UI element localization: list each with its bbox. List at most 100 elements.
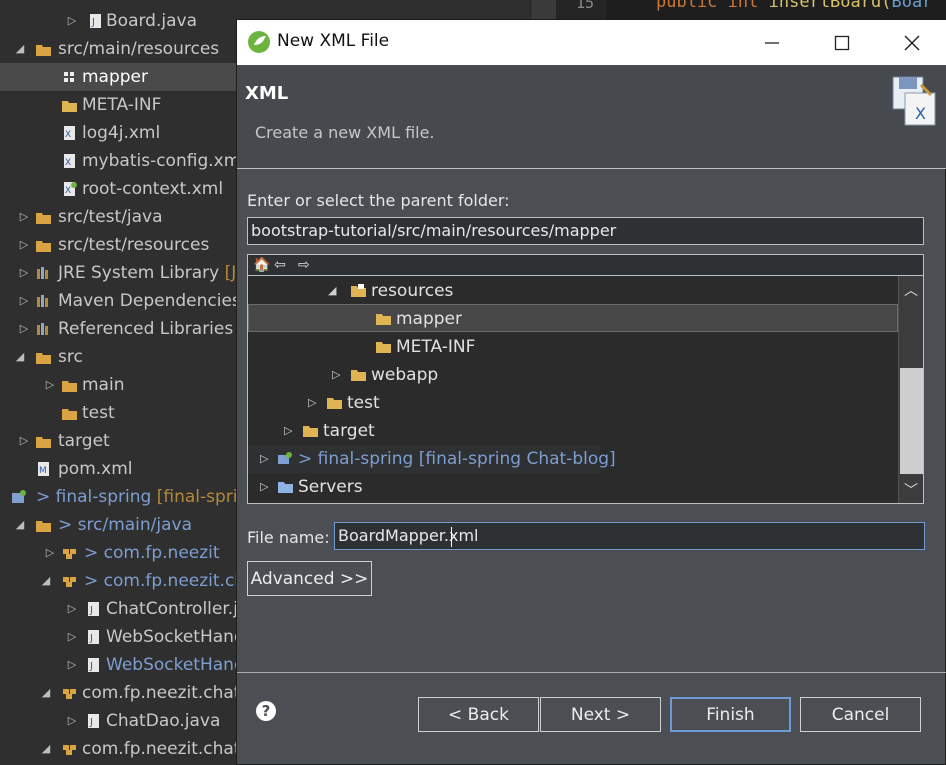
folder-tree-scrollbar[interactable]: ︿ ﹀	[898, 276, 923, 503]
maximize-button[interactable]	[807, 20, 877, 65]
project-icon	[278, 452, 292, 464]
tree-item-label: src/main/resources	[58, 39, 220, 59]
folder-item-label: Servers	[298, 477, 363, 497]
collapse-arrow-icon[interactable]: ◢	[40, 567, 52, 595]
folder-icon	[62, 409, 77, 420]
expand-arrow-icon[interactable]: ▷	[260, 473, 268, 501]
svg-text:X: X	[65, 130, 71, 140]
tree-item-label: WebSocketHand	[106, 627, 245, 647]
collapse-arrow-icon[interactable]: ◢	[14, 511, 26, 539]
minimize-button[interactable]	[737, 20, 807, 65]
library-icon	[37, 267, 48, 279]
home-icon[interactable]: 🏠	[253, 255, 270, 275]
tree-item-label: main	[82, 375, 125, 395]
scroll-down-icon[interactable]: ﹀	[899, 480, 923, 500]
expand-arrow-icon[interactable]: ▷	[66, 7, 78, 35]
collapse-arrow-icon[interactable]: ◢	[328, 277, 336, 305]
folder-icon	[351, 370, 366, 381]
library-icon	[37, 323, 48, 335]
java-file-icon: J	[88, 658, 99, 672]
svg-text:X: X	[65, 186, 71, 196]
collapse-arrow-icon[interactable]: ◢	[14, 35, 26, 63]
scroll-up-icon[interactable]: ︿	[899, 280, 923, 300]
source-folder-icon	[36, 241, 51, 252]
dialog-titlebar[interactable]: New XML File	[237, 20, 946, 65]
folder-item-mapper[interactable]: mapper	[248, 304, 898, 332]
wizard-title: XML	[245, 83, 289, 104]
expand-arrow-icon[interactable]: ▷	[308, 389, 316, 417]
expand-arrow-icon[interactable]: ▷	[260, 445, 268, 473]
collapse-arrow-icon[interactable]: ◢	[40, 679, 52, 707]
folder-item-meta-inf[interactable]: META-INF	[248, 333, 898, 361]
package-icon	[63, 745, 76, 755]
folder-item-label: test	[347, 393, 380, 413]
package-icon	[63, 549, 76, 559]
scrollbar-thumb[interactable]	[900, 368, 923, 474]
expand-arrow-icon[interactable]: ▷	[18, 259, 30, 287]
expand-arrow-icon[interactable]: ▷	[18, 203, 30, 231]
xml-file-icon: X	[64, 154, 75, 168]
minimize-icon	[765, 41, 779, 44]
folder-item-final-spring[interactable]: ▷ > final-spring [final-spring Chat-blog…	[248, 445, 616, 473]
expand-arrow-icon[interactable]: ▷	[332, 361, 340, 389]
folder-tree[interactable]: ◢ resources mapper META-INF ▷ webapp ▷ t…	[247, 275, 924, 504]
tree-item-label: > com.fp.neezit.cha	[84, 571, 256, 591]
spring-xml-icon: X	[64, 182, 77, 196]
parent-folder-input[interactable]: bootstrap-tutorial/src/main/resources/ma…	[247, 217, 924, 245]
back-arrow-icon[interactable]: ⇦	[274, 255, 286, 275]
source-folder-icon	[36, 521, 51, 532]
expand-arrow-icon[interactable]: ▷	[66, 595, 78, 623]
project-icon	[12, 490, 26, 503]
expand-arrow-icon[interactable]: ▷	[18, 287, 30, 315]
folder-tree-toolbar: 🏠 ⇦ ⇨	[247, 254, 924, 276]
expand-arrow-icon[interactable]: ▷	[18, 427, 30, 455]
expand-arrow-icon[interactable]: ▷	[284, 417, 292, 445]
file-name-value: BoardMapper.xml	[338, 526, 479, 545]
folder-item-label: target	[323, 421, 375, 441]
close-icon	[904, 35, 920, 50]
folder-icon	[62, 381, 77, 392]
tree-item-label: Maven Dependencies	[58, 291, 241, 311]
new-xml-file-dialog: New XML File XML Create a new XML file. …	[236, 19, 946, 765]
close-button[interactable]	[877, 20, 946, 65]
folder-item-servers[interactable]: ▷ Servers	[248, 473, 898, 501]
next-button[interactable]: Next >	[540, 697, 661, 732]
tree-item-label: mybatis-config.xml	[82, 151, 245, 171]
forward-arrow-icon[interactable]: ⇨	[298, 255, 310, 275]
parent-folder-label: Enter or select the parent folder:	[247, 191, 510, 210]
folder-item-label: webapp	[371, 365, 439, 385]
tree-item-label: > final-spring	[36, 487, 152, 507]
help-icon[interactable]: ?	[256, 701, 276, 721]
finish-button[interactable]: Finish	[670, 697, 791, 732]
package-icon	[63, 689, 76, 699]
file-name-input[interactable]: BoardMapper.xml	[334, 522, 925, 550]
expand-arrow-icon[interactable]: ▷	[44, 371, 56, 399]
cancel-button[interactable]: Cancel	[800, 697, 921, 732]
folder-item-test[interactable]: ▷ test	[248, 389, 898, 417]
folder-icon	[303, 426, 318, 437]
expand-arrow-icon[interactable]: ▷	[18, 231, 30, 259]
tree-item-label: root-context.xml	[82, 179, 224, 199]
expand-arrow-icon[interactable]: ▷	[44, 539, 56, 567]
maven-file-icon: M	[38, 462, 49, 476]
folder-item-target[interactable]: ▷ target	[248, 417, 898, 445]
collapse-arrow-icon[interactable]: ◢	[40, 735, 52, 763]
tree-item-label: ChatDao.java	[106, 711, 221, 731]
line-number: 15	[576, 0, 595, 12]
tree-item-label: ChatController.ja	[106, 599, 249, 619]
folder-item-webapp[interactable]: ▷ webapp	[248, 361, 898, 389]
folder-item-resources[interactable]: ◢ resources	[248, 277, 898, 305]
code-function: insertBoard(	[768, 0, 892, 12]
advanced-button[interactable]: Advanced >>	[247, 561, 372, 596]
maximize-icon	[834, 35, 850, 50]
expand-arrow-icon[interactable]: ▷	[66, 707, 78, 735]
expand-arrow-icon[interactable]: ▷	[18, 315, 30, 343]
expand-arrow-icon[interactable]: ▷	[66, 623, 78, 651]
svg-text:J: J	[91, 17, 95, 28]
tree-item-label: mapper	[82, 67, 149, 87]
collapse-arrow-icon[interactable]: ◢	[14, 343, 26, 371]
expand-arrow-icon[interactable]: ▷	[66, 651, 78, 679]
back-button[interactable]: < Back	[418, 697, 539, 732]
svg-text:X: X	[65, 158, 71, 168]
tree-item-label: com.fp.neezit.chat.r	[82, 683, 253, 703]
